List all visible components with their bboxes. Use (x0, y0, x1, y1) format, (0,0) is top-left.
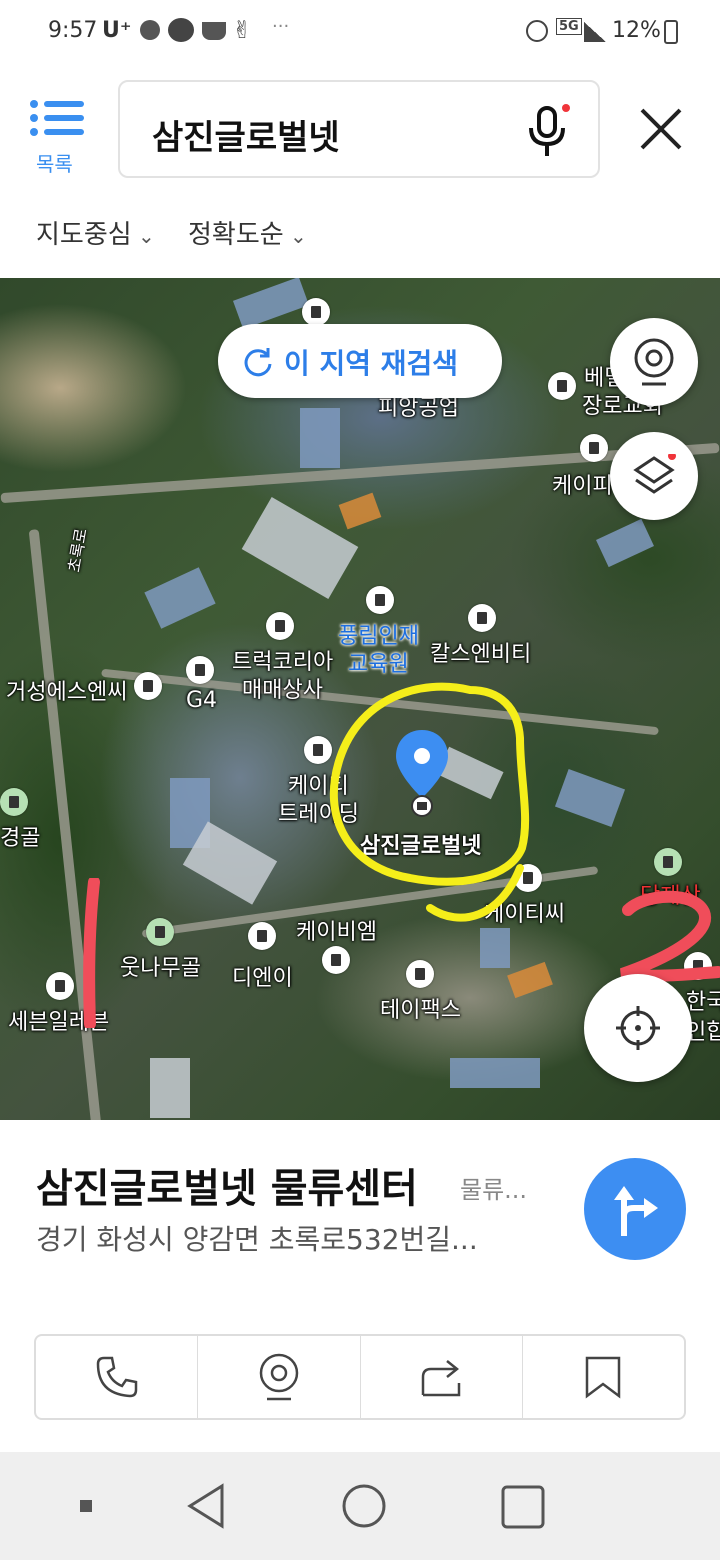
directions-icon (614, 1186, 658, 1236)
menu-line (44, 115, 84, 121)
place-category: 물류... (460, 1176, 528, 1204)
refresh-icon (244, 348, 272, 377)
directions-button[interactable] (584, 1158, 686, 1260)
roadview-icon (634, 338, 674, 386)
menu-line (44, 129, 84, 135)
cup-icon (202, 22, 226, 40)
recent-dot-icon[interactable] (80, 1500, 92, 1512)
system-navigation-bar (0, 1452, 720, 1560)
victory-hand-icon: ✌ (232, 16, 253, 44)
roadview-button[interactable] (610, 318, 698, 406)
search-box[interactable]: 삼진글로벌넷 (118, 80, 600, 178)
layers-icon (633, 454, 676, 494)
filter-map-center[interactable]: 지도중심 ⌄ (36, 214, 155, 251)
microphone-icon[interactable] (526, 104, 570, 158)
alarm-icon (526, 20, 548, 42)
status-time: 9:57 (48, 18, 98, 43)
roadview-icon (259, 1353, 299, 1401)
bookmark-icon (586, 1356, 621, 1399)
satellite-map[interactable]: 피앙공업 베델 장로교회 케이피 풍림인재 교육원 칼스엔비티 트럭코리아 매매… (0, 278, 720, 1120)
call-button[interactable] (36, 1336, 199, 1418)
place-address[interactable]: 경기 화성시 양감면 초록로532번길... (36, 1218, 478, 1258)
chevron-down-icon: ⌄ (131, 224, 155, 248)
menu-dot (30, 128, 38, 136)
place-name[interactable]: 삼진글로벌넷 물류센터 (36, 1156, 418, 1214)
carrier-label: U⁺ (102, 18, 132, 43)
research-area-button[interactable]: 이 지역 재검색 (218, 324, 502, 398)
battery-percent: 12% (612, 18, 661, 43)
layers-button[interactable] (610, 432, 698, 520)
menu-dot (30, 100, 38, 108)
filter-accuracy[interactable]: 정확도순 ⌄ (188, 214, 307, 251)
more-icon: ··· (272, 16, 290, 37)
share-icon (421, 1360, 461, 1397)
annotation-mark-1 (83, 878, 100, 1028)
menu-dot (30, 114, 38, 122)
search-text: 삼진글로벌넷 (152, 118, 340, 158)
menu-label: 목록 (36, 152, 73, 176)
crosshair-icon (616, 1006, 660, 1050)
signal-icon (584, 22, 606, 42)
home-icon[interactable] (340, 1482, 388, 1530)
filter-label: 정확도순 (188, 220, 284, 250)
chevron-down-icon: ⌄ (283, 224, 307, 248)
roadview-action-button[interactable] (198, 1336, 361, 1418)
network-badge: 5G (556, 18, 582, 35)
bookmark-button[interactable] (523, 1336, 684, 1418)
battery-icon (664, 20, 678, 44)
tmon-icon (168, 18, 194, 42)
back-icon[interactable] (184, 1482, 228, 1530)
action-bar (34, 1334, 686, 1420)
share-button[interactable] (361, 1336, 523, 1418)
filter-label: 지도중심 (36, 220, 132, 250)
facebook-icon (140, 20, 160, 40)
list-menu-button[interactable]: 목록 (30, 96, 90, 176)
status-bar: 9:57 U⁺ ✌ ··· 5G 12% (0, 0, 720, 66)
overview-icon[interactable] (500, 1484, 546, 1530)
current-location-button[interactable] (584, 974, 692, 1082)
menu-line (44, 101, 84, 107)
phone-icon (96, 1356, 137, 1398)
close-icon[interactable] (636, 104, 686, 154)
research-area-label: 이 지역 재검색 (284, 347, 459, 380)
